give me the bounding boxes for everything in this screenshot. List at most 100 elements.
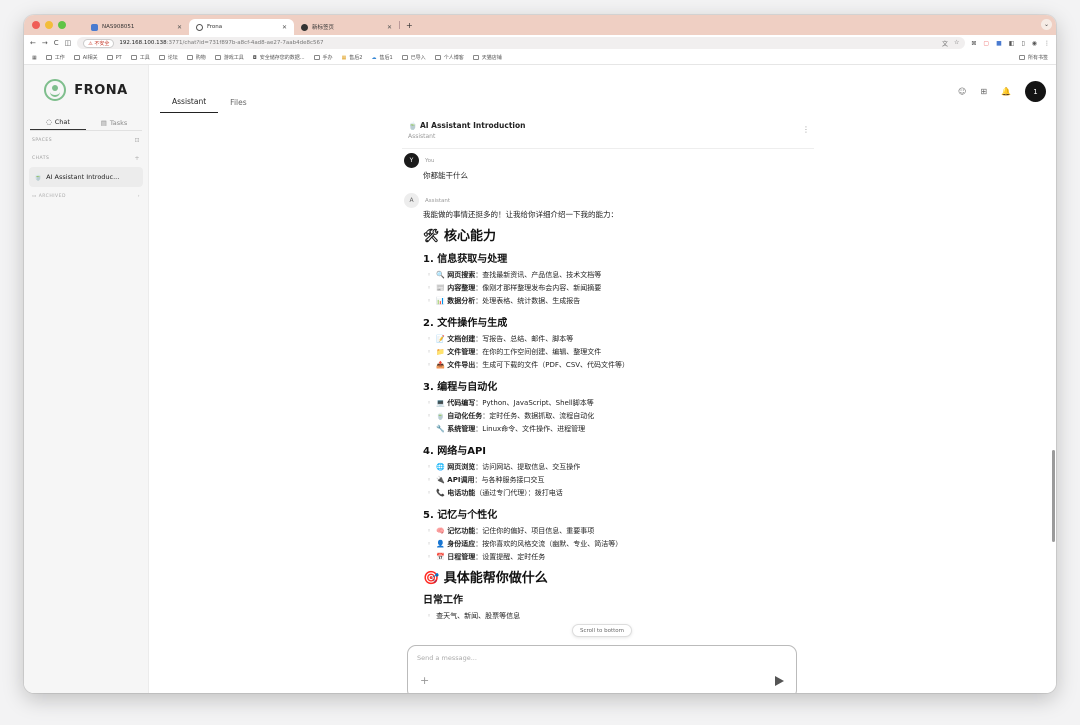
browser-tab[interactable]: 新标签页 ✕ (294, 19, 399, 35)
bookmark-folder[interactable]: 工作 (45, 54, 65, 61)
translate-icon[interactable]: 文 (942, 39, 948, 48)
bookmark-link[interactable]: ◘ 安全储存您的数据... (253, 54, 305, 62)
bookmark-folder[interactable]: AI相关 (73, 54, 98, 61)
bullet: ◦ (427, 489, 432, 497)
tab-assistant[interactable]: Assistant (160, 91, 219, 113)
chat-header: 🍵 AI Assistant Introduction Assistant ⋮ (402, 119, 814, 149)
item-label: 📰 内容整理 (436, 284, 476, 292)
help-heading: 🎯 具体能帮你做什么 (423, 571, 548, 586)
apps-grid-icon[interactable]: ⊞ (980, 87, 987, 96)
new-chat-icon[interactable]: + (134, 155, 140, 162)
bookmark-folder[interactable]: 天猫店铺 (472, 54, 502, 61)
profile-icon[interactable]: ◉ (1032, 40, 1037, 47)
archive-icon: ▭ (32, 193, 37, 199)
item-desc: ：记住你的偏好、项目信息、重要事项 (475, 527, 595, 535)
sidebar-icon[interactable]: ▯ (1021, 40, 1024, 47)
item-label: 📊 数据分析 (436, 297, 476, 305)
folder-icon (214, 55, 221, 60)
extension-icon[interactable]: ▢ (983, 40, 989, 47)
bookmark-link[interactable]: ▦ 售后2 (342, 54, 363, 62)
frona-logo-icon (44, 79, 67, 101)
assistant-message-body: 我能做的事情还挺多的！让我给你详细介绍一下我的能力： 🛠 核心能力 1. 信息获… (423, 209, 814, 623)
tab-files[interactable]: Files (218, 91, 258, 113)
bookmark-folder[interactable]: 手办 (313, 54, 333, 61)
assistant-name: Assistant (425, 197, 451, 204)
extension-icon[interactable]: ■ (996, 40, 1002, 47)
bookmark-folder[interactable]: 购物 (186, 54, 206, 61)
minimize-window-button[interactable] (45, 21, 53, 29)
section-label: ARCHIVED (38, 193, 66, 199)
item-desc: ：写报告、总结、邮件、脚本等 (475, 335, 574, 343)
logo[interactable]: FRONA (24, 65, 148, 115)
browser-tab[interactable]: NAS908051 ✕ (84, 19, 189, 35)
send-icon[interactable] (775, 676, 784, 686)
bookmark-folder[interactable]: PT (106, 55, 122, 61)
bookmark-label: 售后2 (349, 55, 363, 61)
tab-strip: NAS908051 ✕ Frona ✕ 新标签页 ✕ + ⌄ (24, 15, 1056, 35)
scrollbar-thumb[interactable] (1052, 450, 1055, 542)
tab-label: Tasks (109, 118, 128, 127)
spaces-section-header: SPACES ⊡ (24, 131, 148, 149)
list-item: ◦ 📰 内容整理：像刚才那样整理发布会内容、新闻摘要 (423, 282, 814, 295)
close-tab-icon[interactable]: ✕ (282, 24, 287, 31)
item-label: 📤 文件导出 (436, 361, 476, 369)
tab-search-icon[interactable]: ⌄ (1041, 19, 1052, 30)
main-tabs: Assistant Files (160, 91, 259, 113)
message-composer: + (407, 645, 797, 693)
bot-icon[interactable]: ☺ (958, 87, 966, 96)
user-avatar[interactable]: 1 (1025, 81, 1046, 102)
bookmark-label: 工具 (139, 55, 150, 61)
close-window-button[interactable] (32, 21, 40, 29)
bullet: ◦ (427, 271, 432, 279)
scroll-to-bottom-button[interactable]: Scroll to bottom (572, 624, 632, 637)
maximize-window-button[interactable] (58, 21, 66, 29)
tab-title: 新标签页 (312, 25, 335, 31)
puzzle-icon[interactable]: ◧ (1009, 40, 1015, 47)
list-item: ◦ 🔧 系统管理：Linux命令、文件操作、进程管理 (423, 423, 814, 436)
bullet: ◦ (427, 297, 432, 305)
archived-section[interactable]: ▭ ARCHIVED › (24, 187, 148, 205)
close-tab-icon[interactable]: ✕ (177, 24, 182, 31)
item-desc: ：按你喜欢的风格交流（幽默、专业、简洁等） (475, 540, 623, 548)
list-item-text: 📁 文件管理：在你的工作空间创建、编辑、整理文件 (436, 346, 601, 359)
folder-icon (313, 55, 320, 60)
bookmark-star-icon[interactable]: ☆ (954, 39, 959, 48)
folder-icon (73, 55, 80, 60)
forward-icon[interactable]: → (42, 39, 48, 47)
more-options-icon[interactable]: ⋮ (802, 125, 810, 134)
tab-tasks[interactable]: ▤ Tasks (86, 115, 142, 130)
sidebar-toggle-icon[interactable]: ◫ (65, 39, 72, 47)
item-desc: （通过专门代理）：拨打电话 (475, 489, 563, 497)
bookmark-folder[interactable]: 游戏工具 (214, 54, 244, 61)
address-bar[interactable]: ⚠ 不安全 192.168.100.138:3771/chat?id=731f8… (77, 37, 966, 49)
bookmark-folder[interactable]: 已导入 (401, 54, 426, 61)
sidebar-chat-item[interactable]: 🍵 AI Assistant Introduc... (29, 167, 143, 187)
folder-icon (434, 55, 441, 60)
reload-icon[interactable]: C (54, 39, 59, 47)
bookmark-folder[interactable]: 工具 (130, 54, 150, 61)
attach-plus-icon[interactable]: + (420, 674, 429, 687)
bookmark-folder[interactable]: 论坛 (158, 54, 178, 61)
bullet: ◦ (427, 425, 432, 433)
all-bookmarks[interactable]: 所有书签 (1018, 54, 1048, 61)
new-tab-button[interactable]: + (400, 21, 419, 30)
bell-icon[interactable]: 🔔 (1001, 87, 1011, 96)
section-heading: 2. 文件操作与生成 (423, 318, 508, 329)
bookmark-folder[interactable]: 个人博客 (434, 54, 464, 61)
window-controls (32, 21, 66, 29)
tab-chat[interactable]: ◌ Chat (30, 115, 86, 130)
item-desc: ：Linux命令、文件操作、进程管理 (475, 425, 586, 433)
insecure-badge[interactable]: ⚠ 不安全 (83, 38, 115, 48)
back-icon[interactable]: ← (30, 39, 36, 47)
new-space-icon[interactable]: ⊡ (134, 137, 140, 144)
bullet: ◦ (427, 476, 432, 484)
menu-icon[interactable]: ⋮ (1044, 40, 1050, 47)
message-input[interactable] (417, 654, 777, 662)
close-tab-icon[interactable]: ✕ (387, 24, 392, 31)
apps-icon[interactable]: ▦ (32, 55, 37, 61)
item-desc: ：生成可下载的文件（PDF、CSV、代码文件等） (475, 361, 630, 369)
extension-icon[interactable]: ⊠ (971, 40, 976, 47)
list-item-text: 📅 日程管理：设置提醒、定时任务 (436, 551, 545, 564)
bookmark-link[interactable]: ☁ 售后1 (371, 54, 392, 62)
browser-tab-active[interactable]: Frona ✕ (189, 19, 294, 35)
